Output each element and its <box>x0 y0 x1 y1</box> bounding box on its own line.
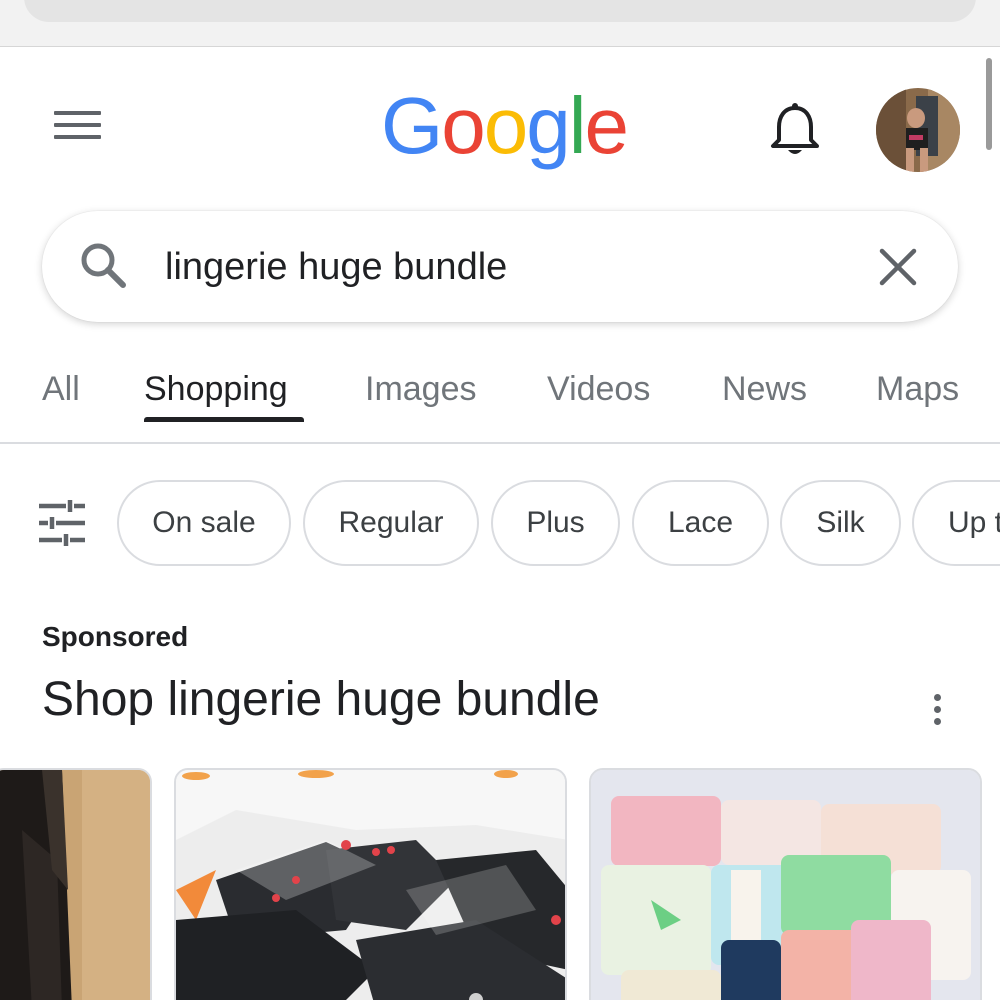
logo-letter: G <box>381 81 443 170</box>
logo-letter: e <box>584 81 629 170</box>
address-bar[interactable] <box>24 0 976 22</box>
chip-up-to[interactable]: Up t <box>912 480 1000 566</box>
scrollbar[interactable] <box>986 58 992 150</box>
product-image <box>591 770 980 1000</box>
tune-sliders-icon[interactable] <box>36 498 88 548</box>
tab-news[interactable]: News <box>722 368 807 410</box>
browser-toolbar <box>0 0 1000 47</box>
logo-letter: o <box>483 81 528 170</box>
hamburger-menu-icon[interactable] <box>50 105 106 149</box>
tab-maps[interactable]: Maps <box>876 368 959 410</box>
sponsored-label: Sponsored <box>42 621 189 652</box>
active-tab-indicator <box>144 417 304 422</box>
chip-on-sale[interactable]: On sale <box>117 480 291 566</box>
search-input[interactable]: lingerie huge bundle <box>165 244 507 290</box>
avatar[interactable] <box>876 88 960 172</box>
product-card[interactable] <box>174 768 567 1000</box>
more-vert-icon[interactable] <box>922 690 954 730</box>
chip-plus[interactable]: Plus <box>491 480 620 566</box>
bell-icon[interactable] <box>766 100 824 162</box>
product-image <box>0 770 150 1000</box>
google-logo[interactable]: Google <box>381 78 629 174</box>
logo-letter: o <box>441 81 485 170</box>
product-image <box>176 770 565 1000</box>
product-card[interactable] <box>589 768 982 1000</box>
tab-shopping[interactable]: Shopping <box>144 368 288 410</box>
chip-lace[interactable]: Lace <box>632 480 769 566</box>
product-card[interactable] <box>0 768 152 1000</box>
tab-all[interactable]: All <box>42 368 80 410</box>
search-icon[interactable] <box>78 240 130 292</box>
chip-silk[interactable]: Silk <box>780 480 901 566</box>
chip-regular[interactable]: Regular <box>303 480 479 566</box>
logo-letter: l <box>568 81 587 170</box>
close-icon[interactable] <box>874 243 922 291</box>
search-tabs: All Shopping Images Videos News Maps <box>0 360 1000 444</box>
logo-letter: g <box>526 81 570 170</box>
tab-videos[interactable]: Videos <box>547 368 650 410</box>
section-title: Shop lingerie huge bundle <box>42 673 600 726</box>
tab-images[interactable]: Images <box>365 368 477 410</box>
